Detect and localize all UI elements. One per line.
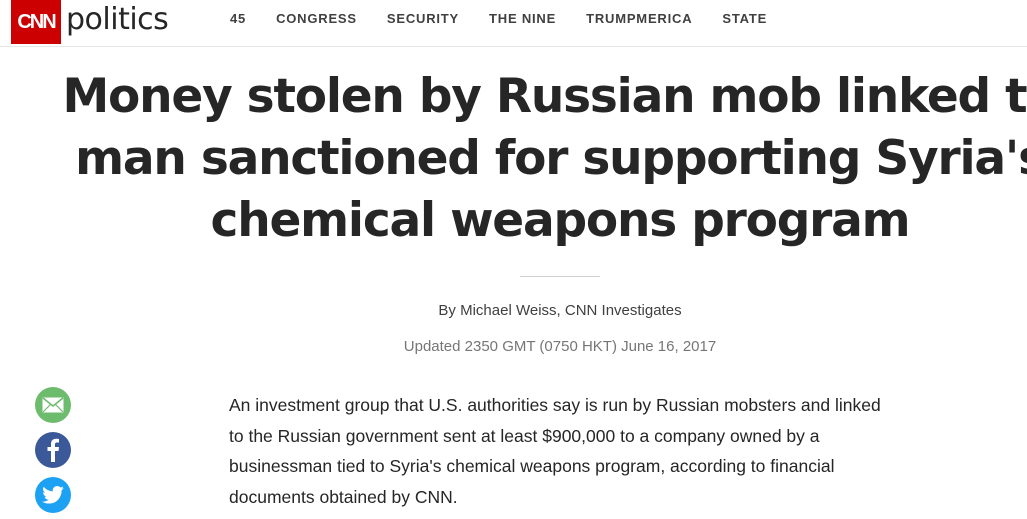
cnn-logo[interactable]: CNN xyxy=(11,0,61,44)
twitter-icon xyxy=(42,486,64,504)
headline-line: chemical weapons program xyxy=(210,193,911,248)
updated-timestamp: Updated 2350 GMT (0750 HKT) June 16, 201… xyxy=(403,338,717,355)
nav-item-security[interactable]: SECURITY xyxy=(387,11,459,26)
nav-item-45[interactable]: 45 xyxy=(230,11,246,26)
facebook-icon xyxy=(47,438,59,462)
section-name: politics xyxy=(66,2,169,37)
section-nav: 45 CONGRESS SECURITY THE NINE TRUMPMERIC… xyxy=(230,0,797,36)
nav-item-congress[interactable]: CONGRESS xyxy=(276,11,357,26)
byline: By Michael Weiss, CNN Investigates xyxy=(438,302,682,319)
nav-item-the-nine[interactable]: THE NINE xyxy=(489,11,556,26)
article-paragraph: An investment group that U.S. authoritie… xyxy=(229,395,881,507)
headline-line: man sanctioned for supporting Syria's xyxy=(75,131,1027,186)
site-header: CNN politics 45 CONGRESS SECURITY THE NI… xyxy=(0,0,1027,47)
nav-item-trumpmerica[interactable]: TRUMPMERICA xyxy=(586,11,692,26)
share-twitter-button[interactable] xyxy=(35,477,71,513)
article-headline: Money stolen by Russian mob linked to ma… xyxy=(60,66,1027,252)
politics-section-logo[interactable]: politics xyxy=(66,0,169,42)
headline-line: Money stolen by Russian mob linked to xyxy=(62,69,1027,124)
headline-divider xyxy=(520,276,600,277)
share-email-button[interactable] xyxy=(35,387,71,423)
email-icon xyxy=(42,397,64,413)
share-facebook-button[interactable] xyxy=(35,432,71,468)
author-link[interactable]: Michael Weiss xyxy=(460,302,556,319)
nav-item-state[interactable]: STATE xyxy=(722,11,767,26)
